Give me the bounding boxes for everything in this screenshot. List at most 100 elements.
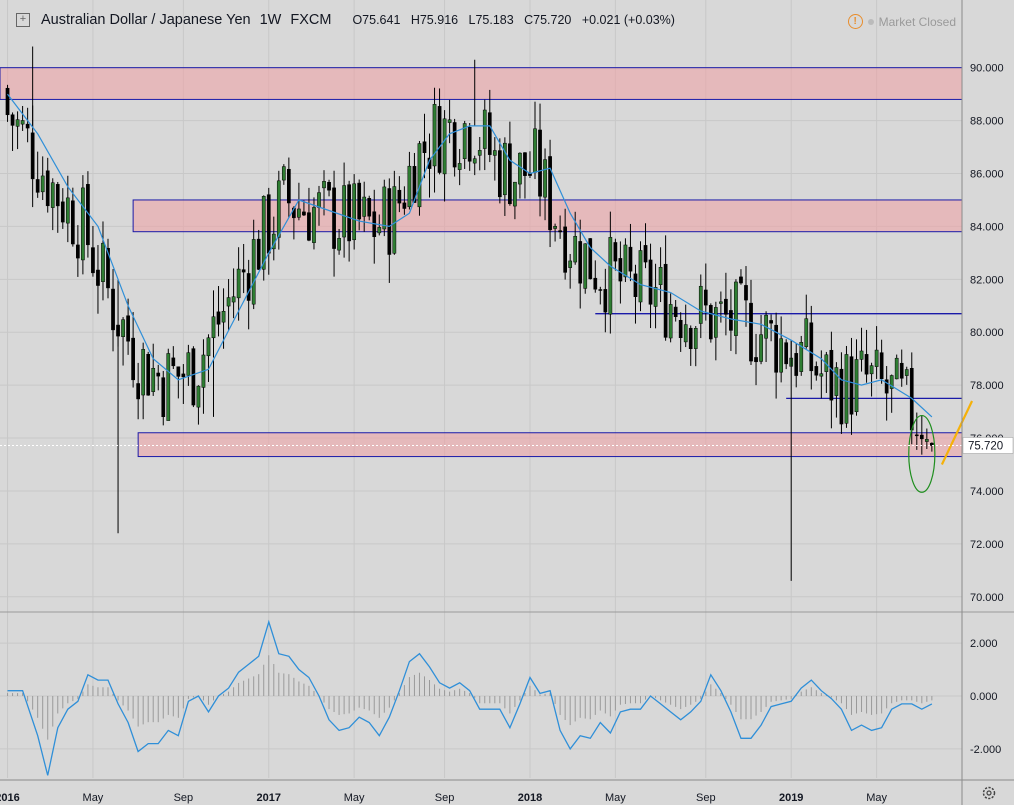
candle-body xyxy=(10,114,15,126)
candle-body xyxy=(719,301,723,304)
candle-body xyxy=(176,366,181,377)
candle-body xyxy=(784,342,789,365)
candle-body xyxy=(864,354,869,375)
candle-body xyxy=(663,263,668,338)
candle-body xyxy=(688,327,693,349)
time-tick-label: 2017 xyxy=(257,792,281,804)
osc-tick-label: -2.000 xyxy=(970,744,1001,756)
candle-body xyxy=(30,132,35,180)
candle-body xyxy=(467,127,472,162)
candle-body xyxy=(769,320,773,324)
candle-body xyxy=(50,182,55,208)
time-tick-label: May xyxy=(605,792,626,804)
candle-body xyxy=(638,250,643,303)
candle-body xyxy=(40,175,45,193)
price-tick-label: 74.000 xyxy=(970,486,1004,498)
candle-body xyxy=(713,307,718,338)
candle-body xyxy=(854,359,859,413)
candle-body xyxy=(236,268,241,299)
candle-body xyxy=(171,357,176,367)
candle-body xyxy=(357,182,362,220)
candle-body xyxy=(312,207,316,243)
candle-body xyxy=(161,377,166,417)
candle-body xyxy=(869,365,874,375)
price-tick-label: 84.000 xyxy=(970,221,1004,233)
candle-body xyxy=(337,238,341,251)
osc-tick-label: 0.000 xyxy=(970,691,998,703)
candle-body xyxy=(759,334,763,362)
candle-body xyxy=(437,106,442,173)
candle-body xyxy=(15,119,20,127)
candle-body xyxy=(673,306,678,317)
candle-body xyxy=(568,260,573,268)
candle-body xyxy=(65,197,70,224)
price-tick-label: 90.000 xyxy=(970,63,1004,75)
candle-body xyxy=(20,120,25,125)
price-tick-label: 86.000 xyxy=(970,169,1004,181)
candle-body xyxy=(573,236,578,263)
candle-body xyxy=(558,230,562,233)
candle-body xyxy=(25,123,30,129)
candle-body xyxy=(603,289,608,313)
candle-body xyxy=(668,304,673,339)
candle-body xyxy=(523,152,527,176)
last-price-tag: 75.720 xyxy=(962,437,1014,454)
candle-body xyxy=(492,150,497,156)
candle-body xyxy=(191,348,196,406)
candle-body xyxy=(101,242,105,282)
candle-body xyxy=(5,87,10,116)
candle-body xyxy=(734,281,738,336)
candle-body xyxy=(261,196,266,270)
candle-body xyxy=(442,118,447,175)
osc-tick-label: 2.000 xyxy=(970,638,998,650)
candle-body xyxy=(156,372,161,377)
candle-body xyxy=(55,184,60,207)
candle-body xyxy=(683,324,688,343)
candle-body xyxy=(402,202,407,209)
candle-body xyxy=(538,129,542,197)
candle-body xyxy=(623,244,628,278)
candle-body xyxy=(598,289,603,291)
candle-body xyxy=(633,273,638,297)
candle-body xyxy=(392,186,397,254)
candle-body xyxy=(60,201,65,223)
candle-body xyxy=(231,296,236,303)
candle-body xyxy=(317,192,321,208)
candle-body xyxy=(96,269,100,286)
candle-body xyxy=(749,302,753,362)
candle-body xyxy=(739,276,743,284)
candle-body xyxy=(397,189,402,204)
time-tick-label: Sep xyxy=(174,792,194,804)
price-tick-label: 72.000 xyxy=(970,539,1004,551)
time-tick-label: Sep xyxy=(435,792,455,804)
candle-body xyxy=(216,311,221,325)
candle-body xyxy=(819,373,824,377)
candle-body xyxy=(693,328,698,349)
candle-body xyxy=(703,289,708,306)
candle-body xyxy=(543,159,547,198)
candle-body xyxy=(196,385,201,408)
candle-body xyxy=(226,297,231,307)
candle-body xyxy=(754,357,758,363)
candle-body xyxy=(613,242,618,262)
candle-body xyxy=(126,315,130,342)
price-tick-label: 80.000 xyxy=(970,327,1004,339)
time-tick-label: May xyxy=(344,792,365,804)
price-chart[interactable]: 70.00072.00074.00076.00078.00080.00082.0… xyxy=(0,0,1014,805)
candle-body xyxy=(829,349,834,401)
candle-body xyxy=(839,368,844,425)
candle-body xyxy=(513,181,517,207)
candle-body xyxy=(497,150,502,198)
candle-body xyxy=(377,227,382,234)
candle-body xyxy=(146,353,151,396)
candle-body xyxy=(608,237,613,315)
price-tick-label: 88.000 xyxy=(970,116,1004,128)
candle-body xyxy=(297,208,301,218)
candle-body xyxy=(724,298,728,315)
candle-body xyxy=(643,245,648,263)
candle-body xyxy=(477,150,482,156)
candle-body xyxy=(181,373,186,378)
candle-body xyxy=(744,285,748,301)
candle-body xyxy=(548,156,552,231)
candle-body xyxy=(241,269,246,273)
